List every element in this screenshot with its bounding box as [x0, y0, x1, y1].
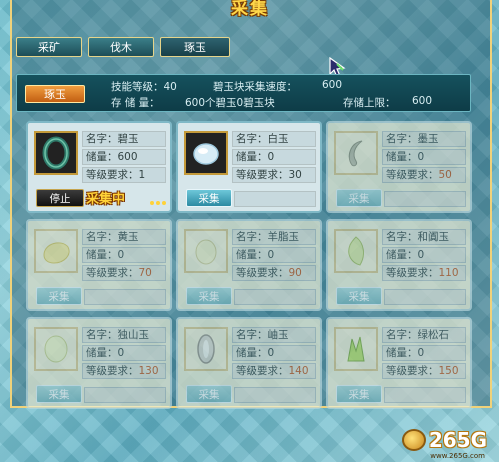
skill-badge: 琢玉 — [25, 85, 85, 103]
item-card-baiyu: 名字：白玉 储量：0 等级要求：30 采集 — [176, 121, 322, 213]
jade-item-grid: 名字：碧玉 储量：600 等级要求：1 停止 采集中 名字：白玉 储量：0 等级… — [26, 121, 472, 409]
item-card-hetianyu: 名字：和阗玉 储量：0 等级要求：110 采集 — [326, 219, 472, 311]
collect-button[interactable]: 采集 — [36, 287, 82, 305]
collect-button[interactable]: 采集 — [336, 385, 382, 403]
watermark-url: www.265G.com — [430, 452, 485, 460]
status-slot — [384, 387, 466, 403]
item-stock: 储量：0 — [82, 247, 166, 263]
item-stock: 储量：0 — [232, 149, 316, 165]
dushan-jade-icon — [44, 335, 68, 363]
item-level-requirement: 等级要求：1 — [82, 167, 166, 183]
collecting-status: 采集中 — [86, 192, 126, 207]
item-name: 名字：墨玉 — [382, 131, 466, 147]
item-name: 名字：独山玉 — [82, 327, 166, 343]
ink-jade-icon — [348, 140, 363, 167]
status-slot — [234, 387, 316, 403]
jade-green-ring-icon — [42, 136, 70, 170]
item-slot[interactable] — [334, 327, 378, 371]
item-name: 名字：羊脂玉 — [232, 229, 316, 245]
status-slot — [234, 289, 316, 305]
item-card-dushanyu: 名字：独山玉 储量：0 等级要求：130 采集 — [26, 317, 172, 409]
item-name: 名字：和阗玉 — [382, 229, 466, 245]
storage-label: 存 储 量： — [111, 97, 160, 109]
item-stock: 储量：0 — [382, 247, 466, 263]
item-level-requirement: 等级要求：70 — [82, 265, 166, 281]
status-slot — [384, 191, 466, 207]
item-stock: 储量：0 — [382, 149, 466, 165]
status-slot — [384, 289, 466, 305]
yellow-jade-icon — [43, 242, 70, 264]
collect-button[interactable]: 采集 — [336, 189, 382, 207]
collect-speed-label: 碧玉块采集速度： — [213, 81, 297, 93]
item-card-yangzhiyu: 名字：羊脂玉 储量：0 等级要求：90 采集 — [176, 219, 322, 311]
skill-level-text: 技能等级：40 — [111, 81, 177, 93]
item-slot[interactable] — [34, 229, 78, 273]
progress-dots — [150, 195, 168, 208]
item-card-huangyu: 名字：黄玉 储量：0 等级要求：70 采集 — [26, 219, 172, 311]
item-name: 名字：碧玉 — [82, 131, 166, 147]
collect-button[interactable]: 采集 — [36, 385, 82, 403]
item-slot[interactable] — [184, 327, 228, 371]
item-level-requirement: 等级要求：30 — [232, 167, 316, 183]
item-level-requirement: 等级要求：140 — [232, 363, 316, 379]
item-level-requirement: 等级要求：50 — [382, 167, 466, 183]
item-slot[interactable] — [184, 229, 228, 273]
xiu-jade-icon — [197, 334, 215, 364]
storage-limit-value: 600 — [412, 95, 433, 107]
window-title: 采集 — [231, 0, 269, 19]
item-stock: 储量：0 — [382, 345, 466, 361]
hetian-jade-icon — [348, 236, 364, 266]
logo-mark-icon — [401, 429, 426, 451]
skill-tabs: 采矿 伐木 琢玉 — [16, 37, 230, 57]
item-name: 名字：黄玉 — [82, 229, 166, 245]
item-stock: 储量：600 — [82, 149, 166, 165]
status-slot — [84, 289, 166, 305]
item-card-xiuyu: 名字：岫玉 储量：0 等级要求：140 采集 — [176, 317, 322, 409]
stop-button[interactable]: 停止 — [36, 189, 84, 207]
item-slot[interactable] — [334, 131, 378, 175]
item-stock: 储量：0 — [82, 345, 166, 361]
collect-button[interactable]: 采集 — [186, 287, 232, 305]
storage-limit-label: 存储上限： — [343, 97, 396, 109]
item-level-requirement: 等级要求：150 — [382, 363, 466, 379]
item-level-requirement: 等级要求：130 — [82, 363, 166, 379]
item-slot[interactable] — [184, 131, 228, 175]
watermark-text: 265G — [428, 428, 487, 452]
tab-mining[interactable]: 采矿 — [16, 37, 82, 57]
item-stock: 储量：0 — [232, 345, 316, 361]
item-level-requirement: 等级要求：90 — [232, 265, 316, 281]
status-slot — [84, 387, 166, 403]
collect-button[interactable]: 采集 — [336, 287, 382, 305]
mutton-fat-jade-icon — [195, 239, 217, 265]
watermark-logo: 265G — [401, 428, 487, 452]
item-slot[interactable] — [34, 327, 78, 371]
item-slot[interactable] — [334, 229, 378, 273]
item-slot[interactable] — [34, 131, 78, 175]
tab-logging[interactable]: 伐木 — [88, 37, 154, 57]
item-stock: 储量：0 — [232, 247, 316, 263]
item-card-turquoise: 名字：绿松石 储量：0 等级要求：150 采集 — [326, 317, 472, 409]
turquoise-icon — [347, 336, 365, 362]
item-name: 名字：绿松石 — [382, 327, 466, 343]
item-level-requirement: 等级要求：110 — [382, 265, 466, 281]
item-card-biyu: 名字：碧玉 储量：600 等级要求：1 停止 采集中 — [26, 121, 172, 213]
tab-jade[interactable]: 琢玉 — [160, 37, 230, 57]
item-name: 名字：白玉 — [232, 131, 316, 147]
skill-info-bar: 琢玉 技能等级：40 碧玉块采集速度： 600 存 储 量： 600个碧玉0碧玉… — [16, 74, 471, 112]
item-card-moyu: 名字：墨玉 储量：0 等级要求：50 采集 — [326, 121, 472, 213]
storage-value: 600个碧玉0碧玉块 — [185, 97, 275, 109]
collect-button[interactable]: 采集 — [186, 189, 232, 207]
collect-speed-value: 600 — [322, 79, 343, 91]
collect-button[interactable]: 采集 — [186, 385, 232, 403]
window-title-bar: 采集 — [200, 0, 300, 20]
status-slot — [234, 191, 316, 207]
white-jade-icon — [193, 143, 219, 165]
item-name: 名字：岫玉 — [232, 327, 316, 343]
